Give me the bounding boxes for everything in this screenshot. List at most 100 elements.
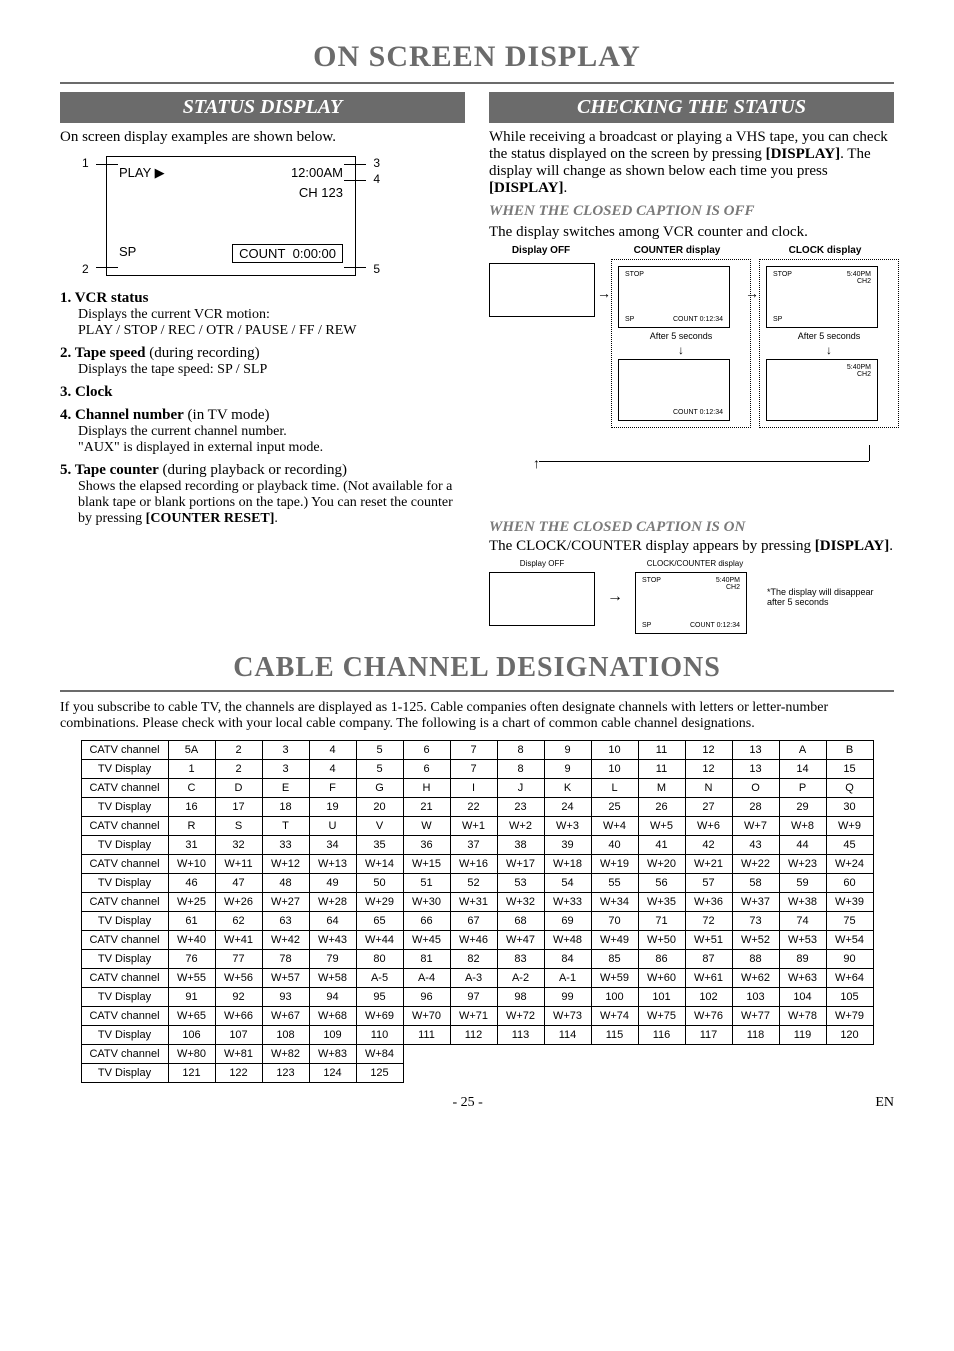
page-title: ON SCREEN DISPLAY — [60, 40, 894, 74]
clock-stop: STOP — [773, 271, 792, 285]
row-header: CATV channel — [81, 741, 168, 760]
table-cell: 7 — [450, 760, 497, 779]
table-cell: 71 — [638, 912, 685, 931]
table-cell: 117 — [685, 1026, 732, 1045]
table-cell: 55 — [591, 874, 638, 893]
arrow-up-icon: ↑ — [533, 455, 540, 471]
table-cell: 91 — [168, 988, 215, 1007]
cc-sp: SP — [642, 622, 651, 629]
table-cell: W+73 — [544, 1007, 591, 1026]
table-cell: W+59 — [591, 969, 638, 988]
row-header: CATV channel — [81, 779, 168, 798]
table-cell: 50 — [356, 874, 403, 893]
table-cell: 29 — [779, 798, 826, 817]
osd-time: 12:00AM — [291, 165, 343, 181]
table-cell: W+38 — [779, 893, 826, 912]
table-cell: 98 — [497, 988, 544, 1007]
table-cell: 60 — [826, 874, 873, 893]
table-cell: 36 — [403, 836, 450, 855]
table-cell: O — [732, 779, 779, 798]
table-cell: 5 — [356, 760, 403, 779]
table-cell: 122 — [215, 1064, 262, 1083]
table-cell: 77 — [215, 950, 262, 969]
table-cell: 93 — [262, 988, 309, 1007]
table-cell: 69 — [544, 912, 591, 931]
table-cell: W+36 — [685, 893, 732, 912]
table-cell: E — [262, 779, 309, 798]
table-cell: W+18 — [544, 855, 591, 874]
table-cell: 78 — [262, 950, 309, 969]
table-cell: K — [544, 779, 591, 798]
hdr-off: Display OFF — [493, 245, 589, 256]
table-cell: 99 — [544, 988, 591, 1007]
table-cell: 72 — [685, 912, 732, 931]
table-cell: 63 — [262, 912, 309, 931]
table-cell: 41 — [638, 836, 685, 855]
clock-after: After 5 seconds — [766, 331, 892, 341]
table-cell: 65 — [356, 912, 403, 931]
table-cell: W+84 — [356, 1045, 403, 1064]
table-cell: M — [638, 779, 685, 798]
table-cell: 8 — [497, 760, 544, 779]
table-cell: W+20 — [638, 855, 685, 874]
table-cell: 2 — [215, 741, 262, 760]
row-header: TV Display — [81, 950, 168, 969]
table-cell: 118 — [732, 1026, 779, 1045]
table-cell: W+50 — [638, 931, 685, 950]
table-cell: 115 — [591, 1026, 638, 1045]
table-cell: 33 — [262, 836, 309, 855]
table-cell: 59 — [779, 874, 826, 893]
table-cell: P — [779, 779, 826, 798]
table-cell: 107 — [215, 1026, 262, 1045]
table-cell: 70 — [591, 912, 638, 931]
table-cell: A-4 — [403, 969, 450, 988]
table-cell: 114 — [544, 1026, 591, 1045]
table-cell: W+66 — [215, 1007, 262, 1026]
table-cell: 9 — [544, 760, 591, 779]
cc-time: 5:40PM — [716, 577, 740, 584]
table-cell: W+39 — [826, 893, 873, 912]
table-cell: 16 — [168, 798, 215, 817]
table-cell: 21 — [403, 798, 450, 817]
table-cell: W+40 — [168, 931, 215, 950]
row-header: TV Display — [81, 988, 168, 1007]
table-cell: 9 — [544, 741, 591, 760]
table-cell: 4 — [309, 760, 356, 779]
table-cell: 43 — [732, 836, 779, 855]
table-cell: 47 — [215, 874, 262, 893]
table-cell: W+63 — [779, 969, 826, 988]
row-header: CATV channel — [81, 1045, 168, 1064]
table-cell: 11 — [638, 760, 685, 779]
table-cell: T — [262, 817, 309, 836]
table-cell: 67 — [450, 912, 497, 931]
check-band: CHECKING THE STATUS — [489, 92, 894, 123]
table-cell: 32 — [215, 836, 262, 855]
table-cell: 74 — [779, 912, 826, 931]
check-intro: While receiving a broadcast or playing a… — [489, 129, 894, 197]
table-cell: W+6 — [685, 817, 732, 836]
table-cell: 79 — [309, 950, 356, 969]
table-cell: 81 — [403, 950, 450, 969]
table-cell: 116 — [638, 1026, 685, 1045]
table-cell: 3 — [262, 760, 309, 779]
table-cell: W+48 — [544, 931, 591, 950]
cable-rule — [60, 690, 894, 692]
table-cell: 90 — [826, 950, 873, 969]
table-cell: 13 — [732, 741, 779, 760]
table-cell: W+80 — [168, 1045, 215, 1064]
table-cell: 111 — [403, 1026, 450, 1045]
hdr-cc: CLOCK/COUNTER display — [635, 559, 755, 568]
table-cell: 61 — [168, 912, 215, 931]
table-cell: W+1 — [450, 817, 497, 836]
table-cell: 105 — [826, 988, 873, 1007]
table-cell: W+75 — [638, 1007, 685, 1026]
table-cell: W+16 — [450, 855, 497, 874]
checking-status-section: CHECKING THE STATUS While receiving a br… — [489, 92, 894, 634]
clock-sp: SP — [773, 316, 782, 323]
table-cell: 52 — [450, 874, 497, 893]
table-cell: 23 — [497, 798, 544, 817]
table-cell: W+72 — [497, 1007, 544, 1026]
table-cell: 27 — [685, 798, 732, 817]
table-cell: 1 — [168, 760, 215, 779]
row-header: TV Display — [81, 874, 168, 893]
